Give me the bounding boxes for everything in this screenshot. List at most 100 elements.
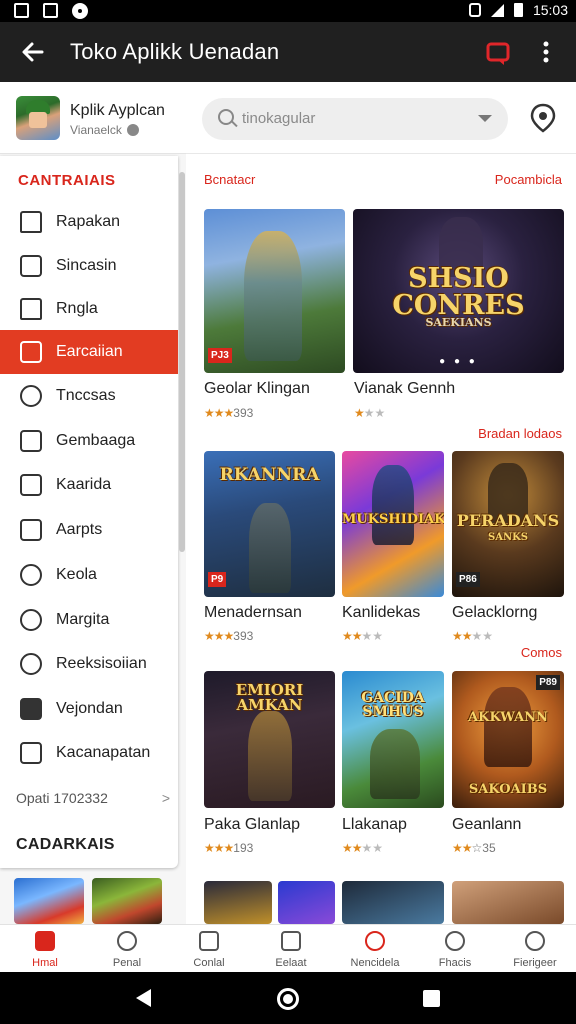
nav-history[interactable]: Fierigeer <box>494 925 576 973</box>
nav-notifications[interactable]: Nencidela <box>334 925 416 973</box>
star-rating-icon: ★★★ <box>204 629 234 643</box>
game-card-6[interactable]: GACIDA SMHUS <box>342 671 444 808</box>
menu-item-9[interactable]: Margita <box>0 598 178 642</box>
game-title[interactable]: Geolar Klingan <box>204 380 310 398</box>
game-title[interactable]: Llakanap <box>342 816 407 834</box>
rating-stars-empty: ★★ <box>361 629 384 643</box>
shopping-bag-icon[interactable] <box>484 38 512 66</box>
edit-icon <box>20 430 42 452</box>
alert-icon <box>365 931 385 951</box>
see-more-link-1[interactable]: Pocambicla <box>495 172 562 187</box>
location-pin-icon[interactable] <box>528 102 558 134</box>
nav-label: Fierigeer <box>513 957 557 969</box>
star-rating-icon: ★★★ <box>204 841 234 855</box>
menu-item-7[interactable]: Aarpts <box>0 508 178 552</box>
featured-art-title: SHSIO CONRES <box>392 263 525 321</box>
star-rating-icon: ★★ <box>342 841 362 855</box>
category-thumbnail-1[interactable] <box>14 878 84 924</box>
rating-stars-empty: ★★ <box>471 629 494 643</box>
star-rating-icon: ★★ <box>452 841 472 855</box>
hero-art <box>372 465 414 545</box>
game-card-3[interactable]: MUKSHIDIAK <box>342 451 444 597</box>
chevron-down-icon[interactable] <box>478 115 492 122</box>
game-rating: ★★★393 <box>204 406 253 420</box>
game-card-1[interactable]: PJ3 <box>204 209 345 373</box>
battery-icon <box>513 3 523 17</box>
menu-item-12[interactable]: Kacanapatan <box>0 731 178 775</box>
featured-art-subtitle: SAEKIANS <box>425 316 492 329</box>
game-title[interactable]: Paka Glanlap <box>204 816 300 834</box>
page-title: Toko Aplikk Uenadan <box>70 39 280 64</box>
chevron-right-icon: > <box>161 790 170 806</box>
menu-item-label: Earcaiian <box>56 343 123 360</box>
section-heading-1: Bcnatacr <box>204 172 256 187</box>
image-notification-icon <box>14 3 29 18</box>
nav-home[interactable]: Hmal <box>4 925 86 973</box>
card-art-subtitle: SAKOAIBS <box>468 782 548 797</box>
pen-icon <box>20 519 42 541</box>
star-rating-icon: ★★ <box>452 629 472 643</box>
more-vert-icon[interactable] <box>532 38 560 66</box>
menu-item-0[interactable]: Rapakan <box>0 200 178 244</box>
home-icon <box>35 931 55 951</box>
game-title[interactable]: Kanlidekas <box>342 604 420 622</box>
nav-profile[interactable]: Fhacis <box>414 925 496 973</box>
game-card-featured[interactable]: SHSIO CONRES SAEKIANS ● ● ● <box>353 209 564 373</box>
system-recents-icon[interactable] <box>423 990 440 1007</box>
tag-icon <box>20 609 42 631</box>
menu-item-2[interactable]: Rngla <box>0 287 178 331</box>
menu-item-1[interactable]: Sincasin <box>0 244 178 288</box>
star-rating-icon: ★★★ <box>204 406 234 420</box>
menu-item-10[interactable]: Reeksisoiian <box>0 642 178 686</box>
menu-item-6[interactable]: Kaarida <box>0 463 178 507</box>
game-card-10[interactable] <box>342 881 444 924</box>
drawer-scrollbar[interactable] <box>179 172 185 552</box>
menu-item-11[interactable]: Vejondan <box>0 687 178 731</box>
rating-count: 393 <box>233 629 254 643</box>
game-card-8[interactable] <box>204 881 272 924</box>
category-thumbnail-2[interactable] <box>92 878 162 924</box>
search-icon <box>117 931 137 951</box>
menu-item-label: Margita <box>56 611 110 628</box>
menu-item-8[interactable]: Keola <box>0 553 178 597</box>
menu-item-label: Rapakan <box>56 213 121 230</box>
game-title[interactable]: Menadernsan <box>204 604 302 622</box>
game-title[interactable]: Geanlann <box>452 816 521 834</box>
menu-item-4[interactable]: Tnccsas <box>0 374 178 418</box>
game-card-11[interactable] <box>452 881 564 924</box>
carousel-dots[interactable]: ● ● ● <box>353 356 564 367</box>
game-title[interactable]: Gelacklorng <box>452 604 537 622</box>
nav-label: Fhacis <box>438 957 472 969</box>
menu-item-label: Aarpts <box>56 521 103 538</box>
system-home-icon[interactable] <box>277 988 299 1010</box>
game-card-5[interactable]: EMIORI AMKAN <box>204 671 335 808</box>
warrior-art <box>244 231 302 361</box>
game-card-9[interactable] <box>278 881 335 924</box>
card-art-title: RKANNRA <box>219 465 320 485</box>
app-bar: Toko Aplikk Uenadan <box>0 22 576 82</box>
menu-item-label: Rngla <box>56 300 98 317</box>
folder-icon <box>20 698 42 720</box>
see-more-link-2[interactable]: Bradan lodaos <box>478 426 562 441</box>
menu-item-3[interactable]: Earcaiian <box>0 330 178 374</box>
rating-count: 393 <box>233 406 254 420</box>
system-back-icon[interactable] <box>136 989 151 1007</box>
game-card-4[interactable]: PERADANS SANKS P86 <box>452 451 564 597</box>
game-card-7[interactable]: AKKWANN SAKOAIBS P89 <box>452 671 564 808</box>
profile-name: Kplik Ayplcan <box>70 102 165 119</box>
profile-subtitle: Vianaelck <box>70 123 139 137</box>
menu-item-5[interactable]: Gembaaga <box>0 419 178 463</box>
back-arrow-icon[interactable] <box>18 37 48 67</box>
see-more-link-3[interactable]: Comos <box>521 645 562 660</box>
nav-box[interactable]: Eelaat <box>250 925 332 973</box>
game-title[interactable]: Vianak Gennh <box>354 380 455 398</box>
home-icon <box>20 298 42 320</box>
nav-search[interactable]: Penal <box>86 925 168 973</box>
drawer-footer-row[interactable]: Opati 1702332 > <box>16 790 172 806</box>
profile-header[interactable]: Kplik Ayplcan Vianaelck <box>0 82 186 154</box>
nav-list[interactable]: Conlal <box>168 925 250 973</box>
search-input[interactable]: tinokagular <box>202 98 508 140</box>
drawer-category-title: CADARKAIS <box>16 836 115 853</box>
game-card-2[interactable]: RKANNRA P9 <box>204 451 335 597</box>
clock-icon <box>525 931 545 951</box>
